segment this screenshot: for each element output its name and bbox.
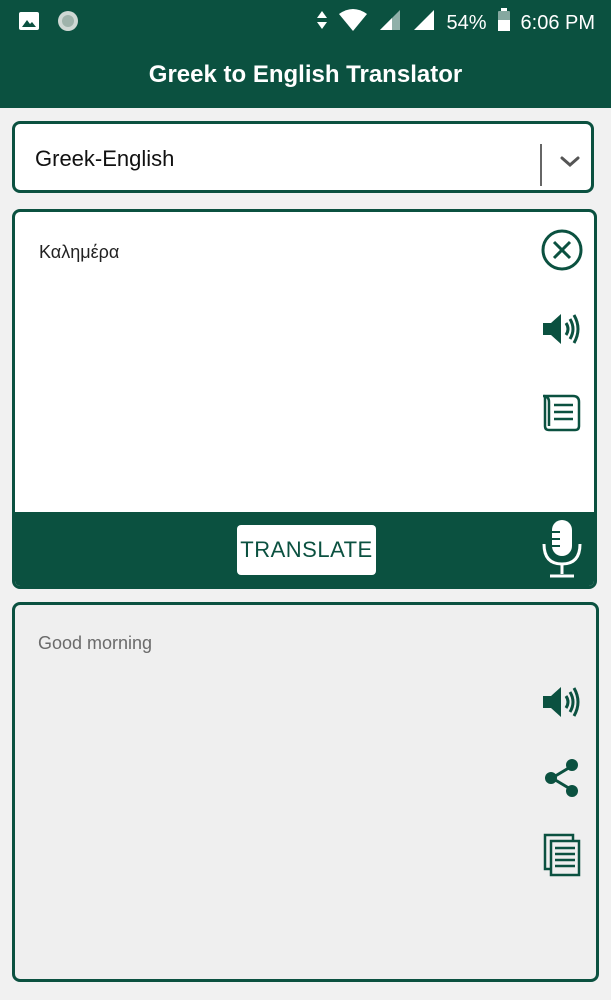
wifi-icon: [338, 8, 368, 38]
input-toolbar: TRANSLATE: [15, 512, 594, 586]
battery-icon: [497, 8, 511, 38]
speak-output-button[interactable]: [539, 679, 585, 725]
chevron-down-icon: [553, 144, 587, 183]
clear-button[interactable]: [539, 227, 585, 273]
status-bar: 54% 6:06 PM: [0, 0, 611, 42]
microphone-icon: [542, 520, 582, 578]
input-text[interactable]: Καλημέρα: [39, 242, 119, 263]
input-card: Καλημέρα TRANSLATE: [12, 209, 597, 589]
copy-button[interactable]: [539, 831, 585, 879]
battery-percent: 54%: [446, 11, 487, 34]
close-circle-icon: [541, 229, 583, 271]
share-icon: [545, 759, 578, 797]
selected-language: Greek-English: [35, 146, 175, 171]
output-card: Good morning: [12, 602, 599, 982]
signal-icon: [378, 8, 402, 38]
speak-input-button[interactable]: [539, 306, 585, 352]
language-selector[interactable]: Greek-English: [12, 121, 594, 193]
clock: 6:06 PM: [520, 11, 595, 34]
data-arrows-icon: [316, 9, 328, 37]
translate-button[interactable]: TRANSLATE: [237, 525, 376, 575]
image-icon: [18, 10, 40, 37]
share-button[interactable]: [539, 755, 585, 801]
app-title: Greek to English Translator: [148, 61, 463, 88]
speaker-icon: [543, 314, 580, 344]
copy-icon: [543, 833, 581, 877]
selector-divider: [540, 144, 542, 186]
signal-icon: [412, 8, 436, 38]
output-text: Good morning: [38, 633, 153, 653]
scroll-icon: [542, 394, 581, 432]
globe-icon: [56, 9, 80, 38]
app-bar: Greek to English Translator: [0, 42, 611, 108]
speaker-icon: [543, 687, 580, 717]
mic-button[interactable]: [537, 518, 587, 580]
paste-button[interactable]: [537, 388, 585, 436]
